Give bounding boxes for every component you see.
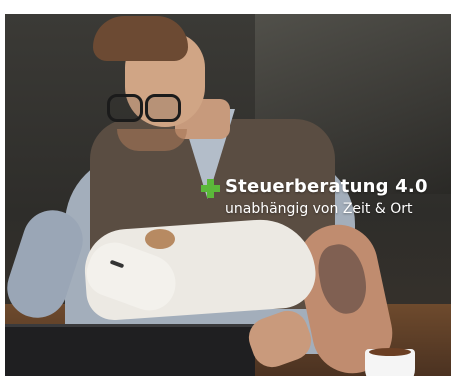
hero-headline: Steuerberatung 4.0 [225,176,428,197]
dog-ear [145,229,175,249]
coffee [369,348,411,356]
laptop [5,324,255,376]
glasses-left-lens [107,94,143,122]
hero-subline: unabhängig von Zeit & Ort [225,201,413,217]
plus-icon [201,179,220,198]
person-beard [117,129,187,151]
glasses-right-lens [145,94,181,122]
person-hair [93,16,188,61]
